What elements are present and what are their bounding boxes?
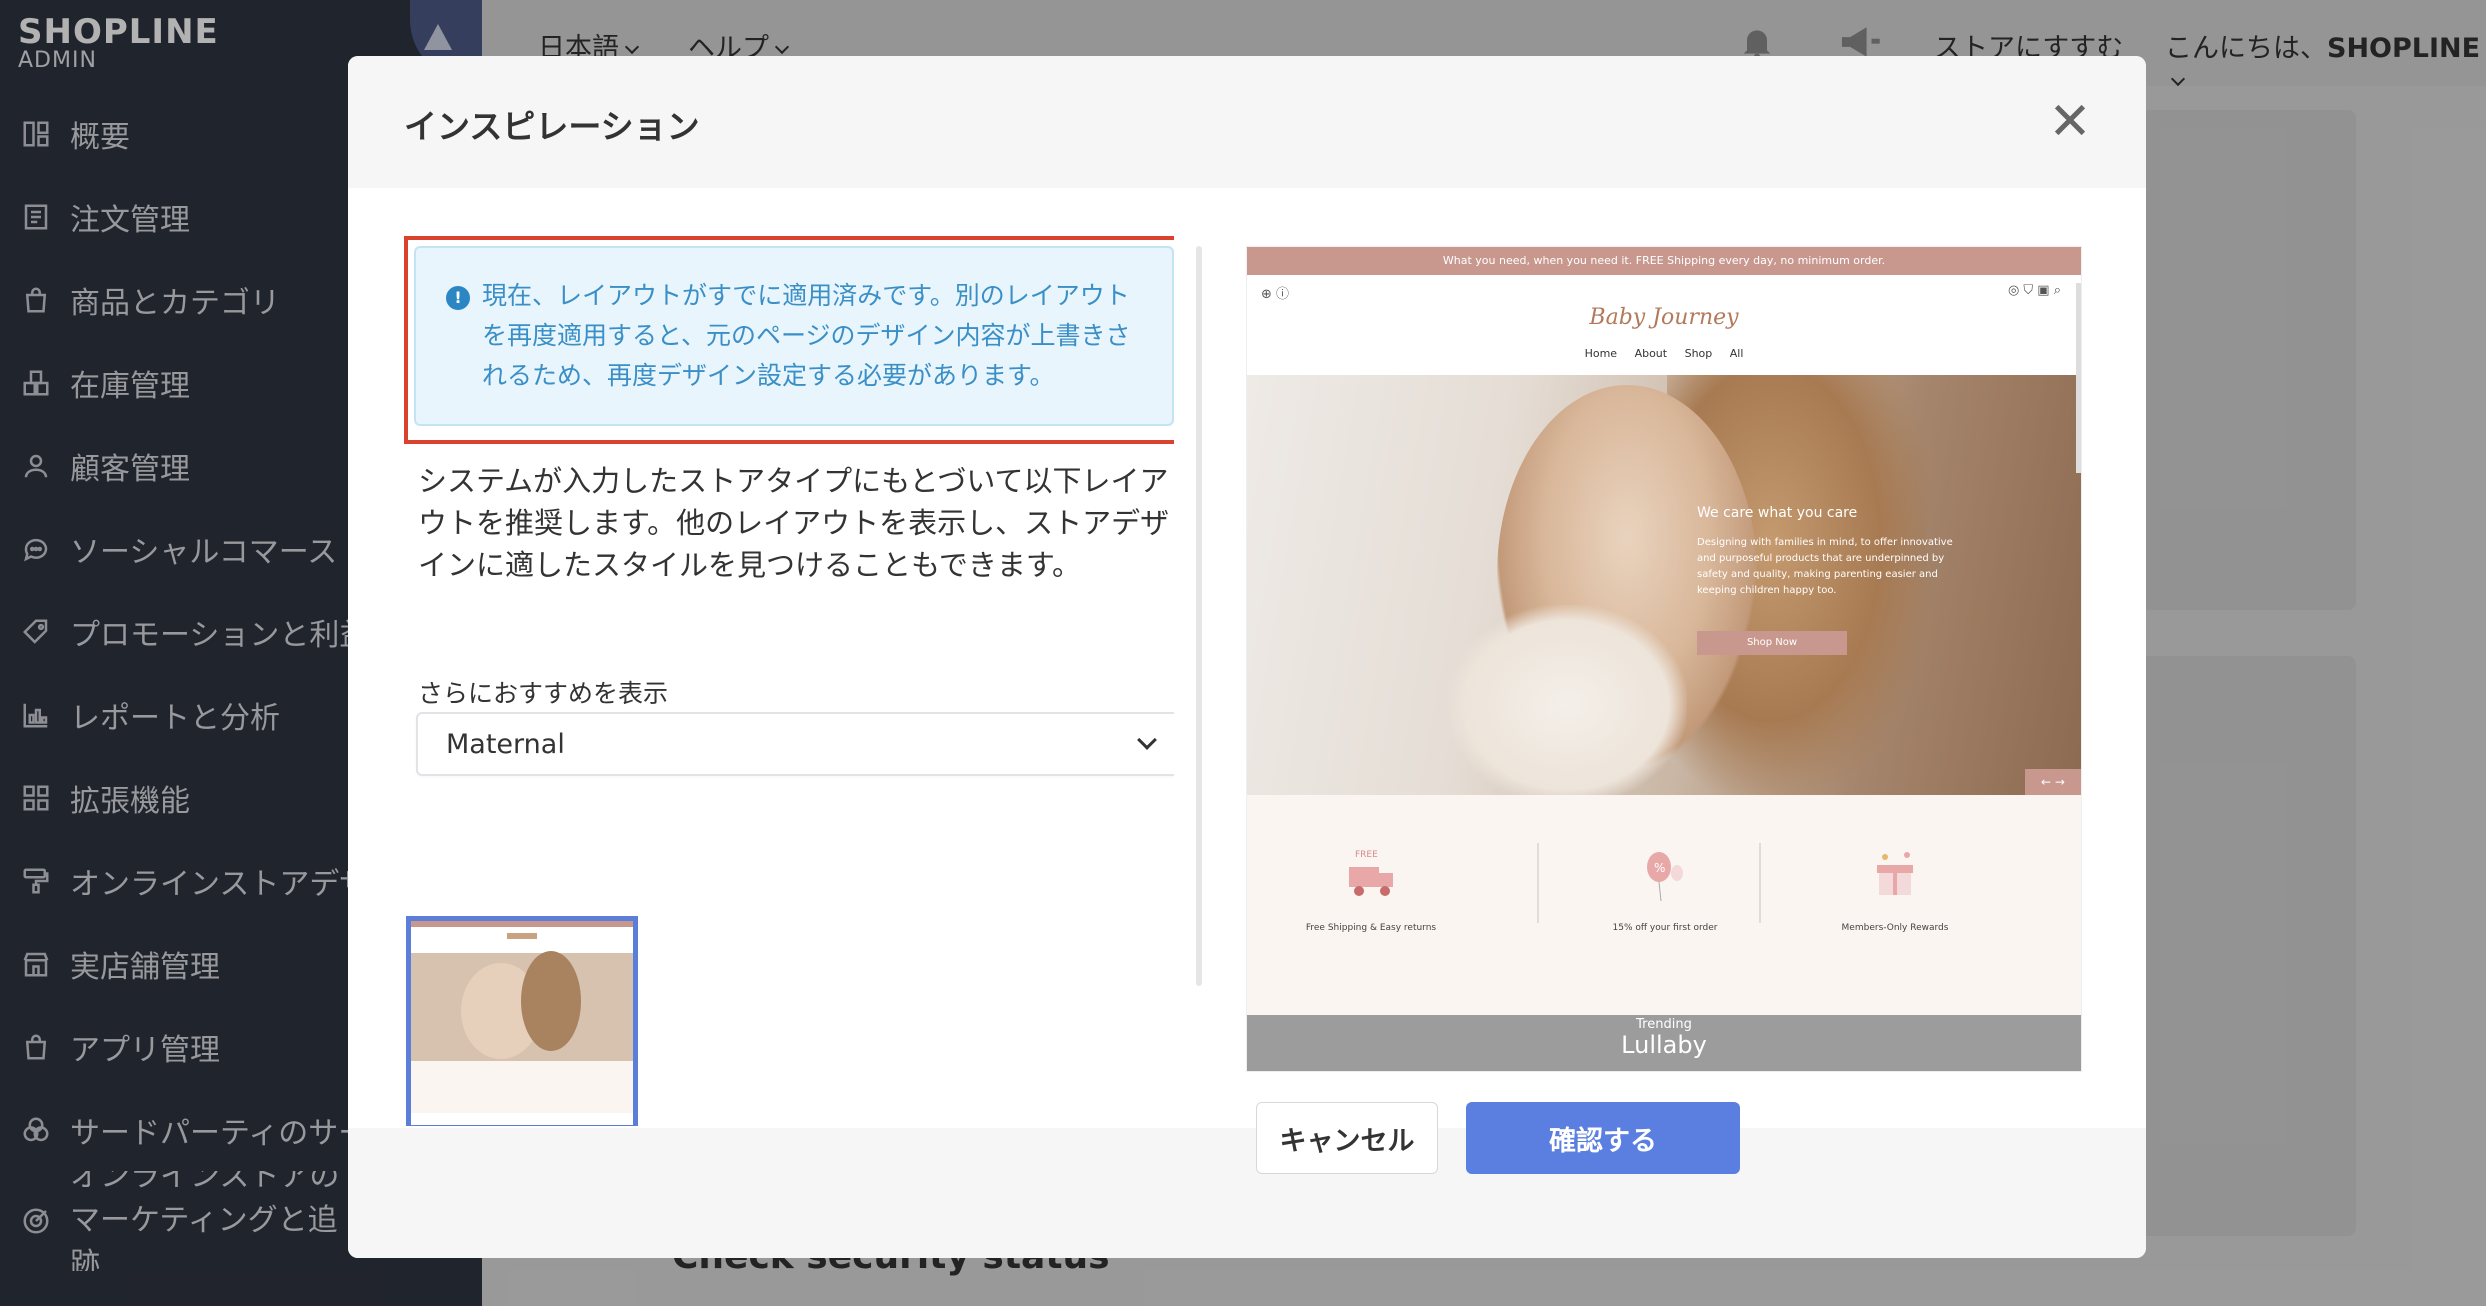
carousel-arrows: ← → — [2025, 769, 2081, 795]
trending-label: Trending — [1636, 1017, 1692, 1032]
feature-rewards: Members-Only Rewards — [1795, 845, 1995, 933]
feature-label: Members-Only Rewards — [1841, 923, 1949, 933]
preview-trending: Trending Lullaby — [1247, 1015, 2081, 1071]
balloon-icon: % — [1647, 852, 1683, 902]
thumbnail-preview-image — [411, 921, 633, 1125]
truck-icon: FREE — [1349, 850, 1393, 896]
hero-photo-shape — [1447, 605, 1687, 795]
feature-shipping: FREE Free Shipping & Easy returns — [1271, 845, 1471, 933]
preview-nav-item: Shop All — [1684, 347, 1744, 360]
preview-header: ⊕ ⓘ ◎ ⛉ ▣ ⌕ Baby Journey Home About Shop… — [1247, 275, 2081, 375]
hero-text: We care what you care Designing with fam… — [1697, 505, 1957, 599]
feature-discount: % 15% off your first order — [1565, 845, 1765, 933]
feature-badge: FREE — [1355, 850, 1378, 860]
info-icon: ! — [446, 286, 470, 310]
preview-banner: What you need, when you need it. FREE Sh… — [1247, 247, 2081, 275]
modal-footer — [348, 1128, 2146, 1258]
gift-icon — [1877, 852, 1913, 895]
preview-hero: We care what you care Designing with fam… — [1247, 375, 2081, 795]
store-type-select[interactable]: Maternal — [416, 712, 1174, 776]
select-value: Maternal — [446, 728, 565, 760]
more-recommendations-label: さらにおすすめを表示 — [418, 679, 669, 708]
layout-preview: What you need, when you need it. FREE Sh… — [1246, 246, 2082, 1072]
layout-thumbnail[interactable] — [406, 916, 638, 1126]
left-pane-scrollbar[interactable] — [1196, 246, 1202, 986]
preview-scrollbar — [2076, 283, 2081, 473]
feature-label: Free Shipping & Easy returns — [1305, 923, 1437, 933]
modal-left-pane: ! 現在、レイアウトがすでに適用済みです。別のレイアウトを再度適用すると、元のペ… — [404, 236, 1174, 1126]
layout-warning-alert: ! 現在、レイアウトがすでに適用済みです。別のレイアウトを再度適用すると、元のペ… — [414, 246, 1174, 426]
shop-now-button: Shop Now — [1697, 631, 1847, 655]
preview-brand: Baby Journey — [1589, 305, 1739, 330]
preview-header-icons: ◎ ⛉ ▣ ⌕ — [2007, 283, 2061, 298]
chevron-down-icon — [1137, 730, 1157, 750]
layout-description: システムが入力したストアタイプにもとづいて以下レイアウトを推奨します。他のレイア… — [418, 464, 1170, 582]
preview-nav-item: Home — [1584, 347, 1618, 360]
feature-divider — [1537, 843, 1539, 923]
preview-features: FREE Free Shipping & Easy returns % 15% … — [1247, 795, 2081, 1015]
globe-icon: ⊕ ⓘ — [1261, 287, 1290, 302]
cancel-button[interactable]: キャンセル — [1256, 1102, 1438, 1174]
modal-title: インスピレーション — [404, 107, 700, 146]
inspiration-modal: インスピレーション ! 現在、レイアウトがすでに適用済みです。別のレイアウトを再… — [348, 56, 2146, 1258]
modal-header: インスピレーション — [348, 56, 2146, 188]
preview-nav-item: About — [1634, 347, 1668, 360]
preview-nav: Home About Shop All — [1247, 347, 2081, 360]
feature-badge: % — [1654, 861, 1665, 875]
feature-divider — [1759, 843, 1761, 923]
close-icon[interactable] — [2050, 100, 2090, 140]
confirm-button[interactable]: 確認する — [1466, 1102, 1740, 1174]
hero-paragraph: Designing with families in mind, to offe… — [1697, 537, 1953, 596]
alert-text: 現在、レイアウトがすでに適用済みです。別のレイアウトを再度適用すると、元のページ… — [482, 281, 1131, 390]
hero-heading: We care what you care — [1697, 505, 1858, 521]
feature-label: 15% off your first order — [1612, 923, 1718, 933]
trending-title: Lullaby — [1621, 1031, 1707, 1059]
